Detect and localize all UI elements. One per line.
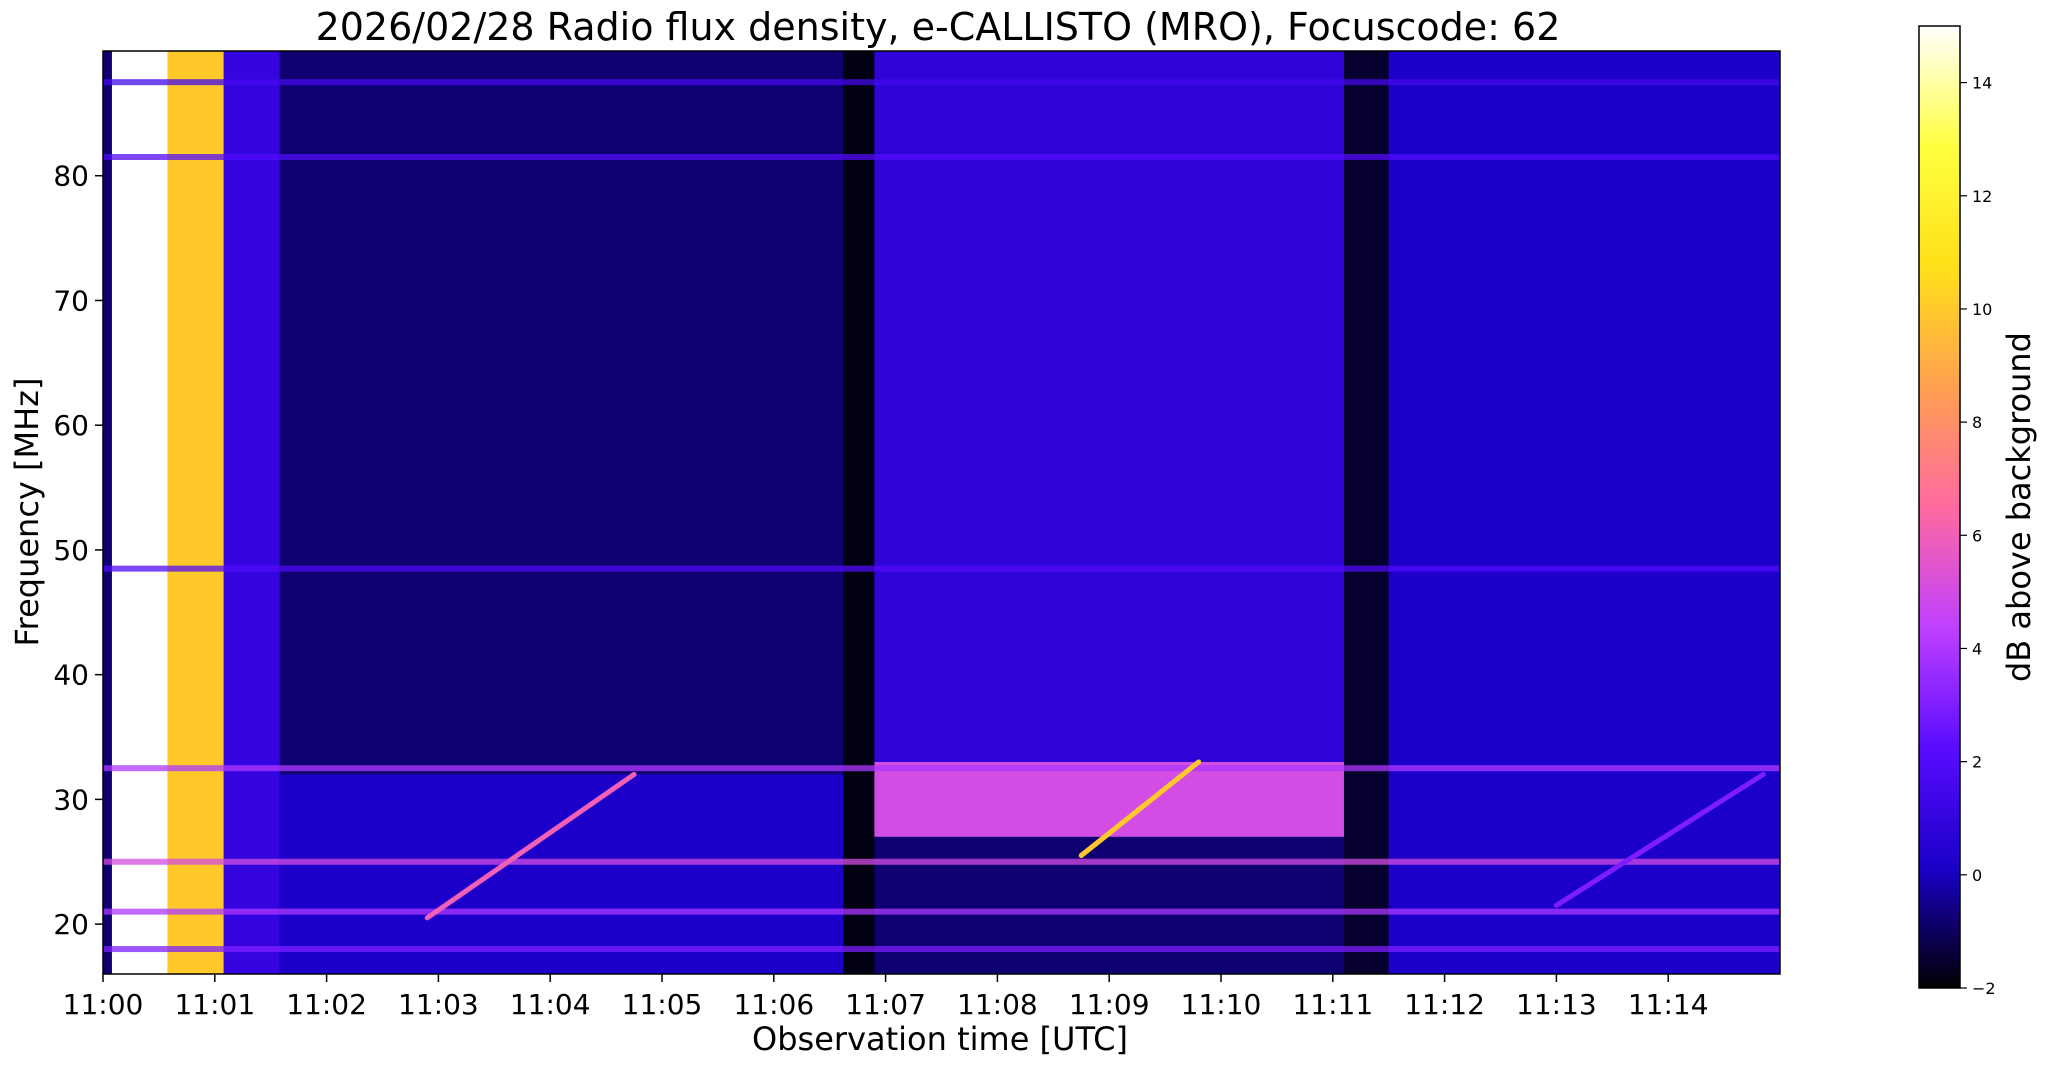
x-tick-label: 11:10 [1181, 988, 1262, 1021]
colorbar-tick-label: 6 [1972, 526, 1982, 545]
x-tick-label: 11:08 [957, 988, 1038, 1021]
x-axis-ticks: 11:00 11:01 11:02 11:03 11:04 11:05 11:06 11:07… [63, 974, 1709, 1021]
x-tick-label: 11:11 [1292, 988, 1373, 1021]
heatmap-region [843, 51, 875, 974]
colorbar-tick-label: 12 [1972, 187, 1992, 206]
colorbar-tick-label: 14 [1972, 74, 1992, 93]
frequency-band [103, 765, 1780, 772]
colorbar-label: dB above background [2000, 332, 2038, 682]
x-tick-label: 11:12 [1404, 988, 1485, 1021]
frequency-band [103, 79, 1780, 86]
chart-title: 2026/02/28 Radio flux density, e-CALLIST… [316, 5, 1561, 49]
y-tick-label: 20 [53, 908, 89, 941]
x-tick-label: 11:00 [63, 988, 144, 1021]
x-tick-label: 11:14 [1628, 988, 1709, 1021]
colorbar-tick-label: 2 [1972, 753, 1982, 772]
heatmap-region [279, 774, 844, 974]
x-tick-label: 11:06 [733, 988, 814, 1021]
heatmap-region [223, 51, 280, 974]
x-tick-label: 11:03 [398, 988, 479, 1021]
frequency-band [103, 908, 1780, 915]
colorbar-tick-label: 4 [1972, 639, 1982, 658]
frequency-band [103, 946, 1780, 953]
colorbar-tick-label: −2 [1972, 979, 1996, 998]
y-tick-label: 60 [53, 409, 89, 442]
x-tick-label: 11:07 [845, 988, 926, 1021]
frequency-band [103, 858, 1780, 865]
y-tick-label: 70 [53, 284, 89, 317]
y-axis-ticks: 20 30 40 50 60 70 80 [53, 160, 103, 941]
y-tick-label: 30 [53, 783, 89, 816]
x-tick-label: 11:01 [174, 988, 255, 1021]
x-tick-label: 11:09 [1069, 988, 1150, 1021]
x-tick-label: 11:05 [622, 988, 703, 1021]
x-tick-label: 11:13 [1516, 988, 1597, 1021]
colorbar-tick-label: 0 [1972, 866, 1982, 885]
x-tick-label: 11:02 [286, 988, 367, 1021]
heatmap-region [111, 51, 168, 974]
colorbar-tick-label: 10 [1972, 300, 1992, 319]
x-axis-label: Observation time [UTC] [752, 1020, 1128, 1058]
colorbar-tick-label: 8 [1972, 413, 1982, 432]
heatmap-region [1343, 51, 1389, 974]
frequency-band [103, 565, 1780, 572]
heatmap-region [167, 51, 224, 974]
heatmap-region [874, 761, 1344, 837]
y-axis-label: Frequency [MHz] [8, 378, 46, 647]
heatmap-area [103, 51, 1780, 974]
x-tick-label: 11:04 [510, 988, 591, 1021]
frequency-band [103, 154, 1780, 161]
colorbar-ticks: −2 0 2 4 6 8 10 12 14 [1960, 74, 1996, 998]
spectrogram-figure: 2026/02/28 Radio flux density, e-CALLIST… [8, 5, 2038, 1058]
y-tick-label: 80 [53, 160, 89, 193]
heatmap-region [1388, 51, 1780, 974]
y-tick-label: 50 [53, 534, 89, 567]
colorbar [1919, 26, 1960, 988]
y-tick-label: 40 [53, 659, 89, 692]
